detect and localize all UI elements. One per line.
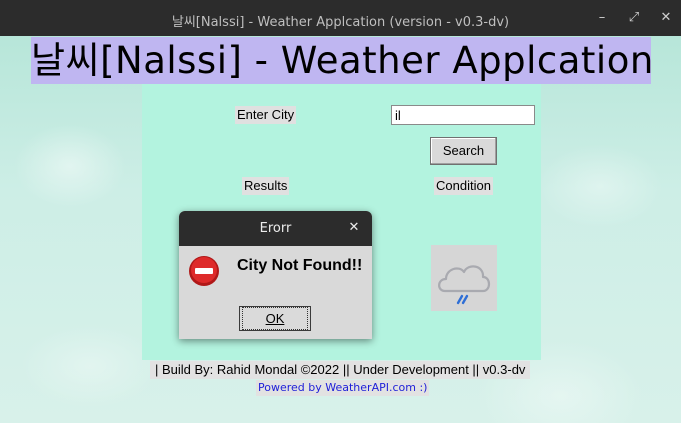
error-message: City Not Found!! — [237, 257, 363, 274]
rain-cloud-icon — [438, 265, 491, 305]
powered-by-link[interactable]: Powered by WeatherAPI.com :) — [256, 380, 430, 396]
dialog-title: Erorr — [179, 211, 372, 246]
ok-button-label: OK — [242, 307, 308, 330]
window-titlebar: 날씨[Nalssi] - Weather Applcation (version… — [0, 0, 681, 36]
error-dialog: Erorr ✕ City Not Found!! OK — [179, 211, 372, 339]
results-label: Results — [242, 177, 290, 195]
enter-city-label: Enter City — [235, 106, 297, 124]
ok-button[interactable]: OK — [239, 306, 311, 331]
app-heading: 날씨[Nalssi] - Weather Applcation — [31, 37, 654, 84]
condition-label: Condition — [434, 177, 493, 195]
city-input[interactable] — [391, 105, 535, 125]
condition-image — [431, 245, 497, 311]
close-window-button[interactable]: ✕ — [657, 9, 675, 27]
error-stop-icon — [189, 256, 219, 286]
minimize-button[interactable]: – — [593, 9, 611, 27]
search-button[interactable]: Search — [430, 137, 497, 165]
footer-credits: | Build By: Rahid Mondal ©2022 || Under … — [150, 361, 531, 379]
window-title: 날씨[Nalssi] - Weather Applcation (version… — [171, 15, 510, 30]
dialog-close-button[interactable]: ✕ — [346, 220, 362, 236]
maximize-button[interactable]: ⤢ — [625, 9, 643, 27]
